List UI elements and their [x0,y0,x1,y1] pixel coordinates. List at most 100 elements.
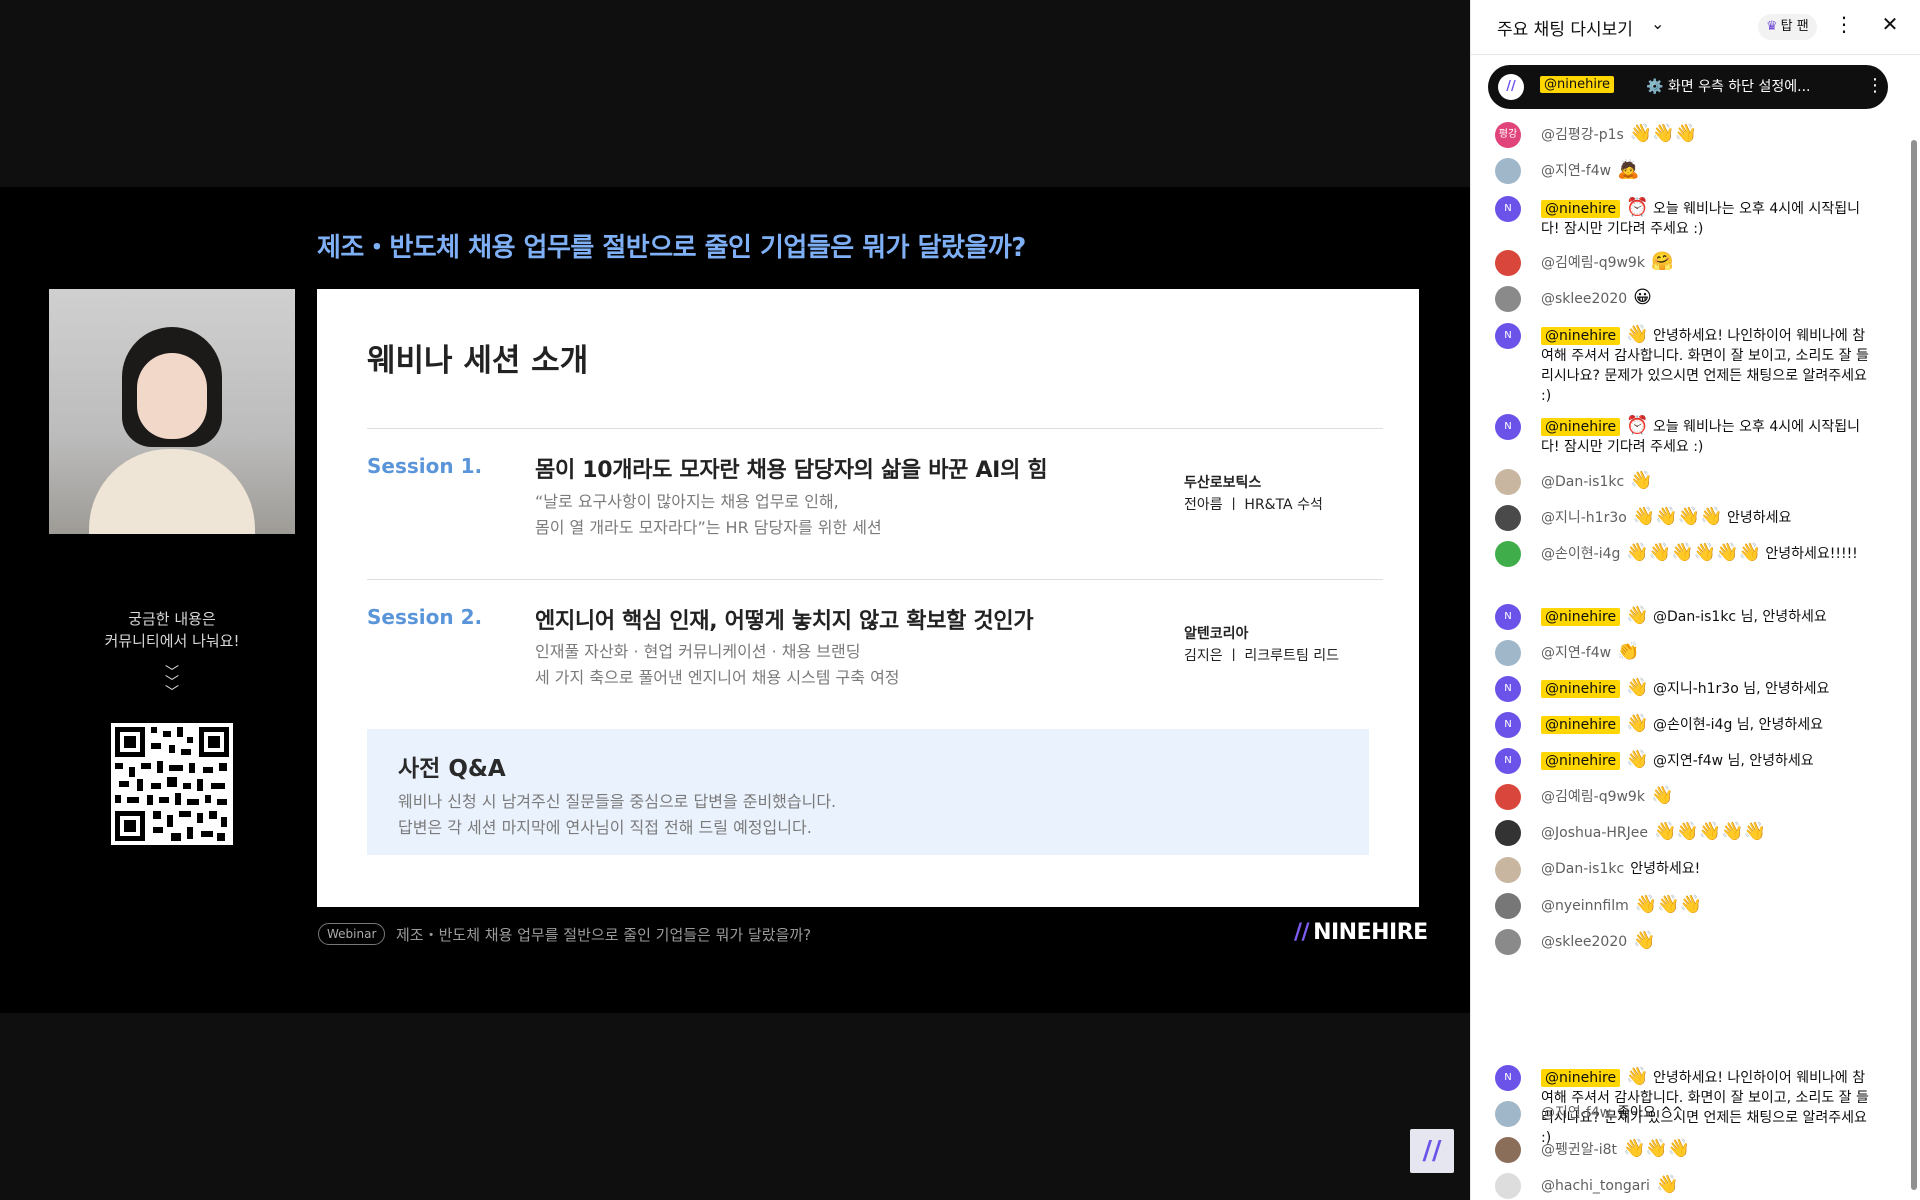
chat-mode-title[interactable]: 주요 채팅 다시보기 [1497,15,1633,40]
emoji-icon: 👋 [1633,930,1656,951]
qa-title: 사전 Q&A [398,756,506,782]
more-options-icon[interactable]: ⋮ [1866,75,1884,96]
chat-message-body: @sklee2020 😀 [1541,288,1871,309]
avatar[interactable] [1495,250,1521,276]
chat-author[interactable]: @ninehire [1541,752,1621,770]
avatar[interactable] [1495,857,1521,883]
emoji-icon: 👋👋👋👋 [1632,506,1723,527]
chevron-down-icon[interactable]: ⌄ [1651,14,1664,33]
chat-message-body: @nyeinnfilm 👋👋👋 [1541,895,1871,916]
session-1-speaker-name: 전아름 ㅣ HR&TA 수석 [1184,497,1323,513]
chat-text: @지니-h1r3o 님, 안녕하세요 [1652,681,1830,697]
chat-author[interactable]: @ninehire [1541,327,1621,345]
chat-text: @손이현-i4g 님, 안녕하세요 [1652,717,1823,733]
chat-messages[interactable]: 평강 @김평강-p1s 👋👋👋 @지연-f4w 🙇 N @ninehire ⏰ 오늘 웨비… [1471,109,1920,1200]
chat-author[interactable]: @ninehire [1541,716,1621,734]
session-2-label: Session 2. [367,605,483,629]
emoji-icon: 👋 [1655,1174,1679,1195]
chat-text: @지연-f4w 님, 안녕하세요 [1652,753,1814,769]
avatar[interactable]: N [1495,712,1521,738]
session-2-title: 엔지니어 핵심 인재, 어떻게 놓치지 않고 확보할 것인가 [535,609,1034,634]
session-2-company: 알텐코리아 [1184,626,1249,642]
chat-author[interactable]: @지연-f4w [1541,1105,1611,1121]
avatar[interactable] [1495,820,1521,846]
avatar[interactable] [1495,929,1521,955]
avatar[interactable]: N [1495,414,1521,440]
webinar-badge: Webinar [318,923,386,945]
avatar[interactable] [1495,893,1521,919]
channel-watermark-icon[interactable]: // [1410,1129,1454,1173]
divider [367,428,1383,429]
chat-message-body: @ninehire ⏰ 오늘 웨비나는 오후 4시에 시작됩니다! 잠시만 기다려… [1541,416,1871,457]
chat-author[interactable]: @sklee2020 [1541,934,1627,950]
chat-author[interactable]: @ninehire [1541,680,1621,698]
pinned-message[interactable]: // @ninehire ⚙️ 화면 우측 하단 설정에... ⋮ [1488,65,1888,109]
chat-author[interactable]: @Dan-is1kc [1541,474,1624,490]
chat-author[interactable]: @sklee2020 [1541,291,1627,307]
chat-author[interactable]: @김평강-p1s [1541,127,1624,143]
video-player[interactable]: 제조・반도체 채용 업무를 절반으로 줄인 기업들은 뭐가 달랐을까? 궁금한 … [0,0,1470,1200]
avatar[interactable] [1495,158,1521,184]
top-fan-badge[interactable]: ♛ 탑 팬 [1758,14,1817,40]
avatar[interactable] [1495,541,1521,567]
qa-desc-line2: 답변은 각 세션 마지막에 연사님이 직접 전해 드릴 예정입니다. [398,818,812,837]
session-1-title: 몸이 10개라도 모자란 채용 담당자의 삶을 바꾼 AI의 힘 [535,458,1048,483]
avatar[interactable] [1495,784,1521,810]
chat-author[interactable]: @Dan-is1kc [1541,861,1624,877]
chat-message-body: @ninehire 👋 안녕하세요! 나인하이어 웨비나에 참여해 주셔서 감사합… [1541,325,1871,406]
close-icon[interactable]: ✕ [1875,12,1905,36]
chat-author[interactable]: @nyeinnfilm [1541,898,1629,914]
community-prompt-line2: 커뮤니티에서 나눠요! [104,632,240,650]
chat-message-body: @ninehire 👋 @손이현-i4g 님, 안녕하세요 [1541,714,1871,735]
chat-message-body: @손이현-i4g 👋👋👋👋👋👋 안녕하세요!!!!! [1541,543,1871,564]
chat-author[interactable]: @손이현-i4g [1541,546,1620,562]
chat-author[interactable]: @펭귄알-i8t [1541,1142,1617,1158]
chat-author[interactable]: @Joshua-HRJee [1541,825,1648,841]
chat-author[interactable]: @ninehire [1541,200,1621,218]
chat-author[interactable]: @ninehire [1541,1069,1621,1087]
emoji-icon: 👋👋👋 [1622,1138,1691,1159]
avatar[interactable]: N [1495,748,1521,774]
avatar[interactable]: N [1495,676,1521,702]
presenter-webcam [49,289,295,534]
emoji-icon: 👋👋👋 [1629,123,1698,144]
chat-message-body: @김평강-p1s 👋👋👋 [1541,124,1871,145]
avatar[interactable] [1495,640,1521,666]
chat-message-body: @hachi_tongari 👋 [1541,1175,1871,1196]
slide-heading: 웨비나 세션 소개 [367,343,589,379]
avatar[interactable]: N [1495,323,1521,349]
avatar[interactable]: N [1495,604,1521,630]
chat-author[interactable]: @지니-h1r3o [1541,510,1627,526]
avatar[interactable] [1495,1137,1521,1163]
avatar[interactable] [1495,469,1521,495]
chat-author[interactable]: @ninehire [1541,418,1621,436]
chat-scrollbar[interactable] [1911,140,1917,1190]
emoji-icon: 👋👋👋👋👋👋 [1626,542,1761,563]
chat-author[interactable]: @hachi_tongari [1541,1178,1650,1194]
chat-author[interactable]: @ninehire [1541,608,1621,626]
chat-author[interactable]: @김예림-q9w9k [1541,789,1645,805]
emoji-icon: 👏 [1617,641,1640,662]
slide-footer-text: 제조・반도체 채용 업무를 절반으로 줄인 기업들은 뭐가 달랐을까? [396,926,812,944]
avatar[interactable]: N [1495,196,1521,222]
chat-header: 주요 채팅 다시보기 ⌄ ♛ 탑 팬 ⋮ ✕ [1471,0,1920,55]
emoji-icon: 👋👋👋👋👋 [1653,821,1767,842]
chat-message-body: @Dan-is1kc 안녕하세요! [1541,859,1871,879]
avatar[interactable] [1495,1101,1521,1127]
chat-text: 안녕하세요 [1726,510,1792,526]
more-options-icon[interactable]: ⋮ [1829,12,1859,36]
avatar[interactable] [1495,286,1521,312]
emoji-icon: ⏰ [1626,197,1649,218]
live-chat-panel: 주요 채팅 다시보기 ⌄ ♛ 탑 팬 ⋮ ✕ 평강 @김평강-p1s 👋👋👋 @지연-… [1470,0,1920,1200]
session-2-speaker-name: 김지은 ㅣ 리크루트팀 리드 [1184,648,1340,664]
slide-content: 웨비나 세션 소개 Session 1. 몸이 10개라도 모자란 채용 담당자… [317,289,1419,907]
avatar[interactable] [1495,505,1521,531]
chat-author[interactable]: @김예림-q9w9k [1541,255,1645,271]
presenter-body [89,449,255,534]
chat-author[interactable]: @지연-f4w [1541,163,1611,179]
avatar[interactable] [1495,1173,1521,1199]
chat-author[interactable]: @지연-f4w [1541,645,1611,661]
chat-message-body: @지연-f4w 좋아요 ^^ [1541,1103,1871,1123]
avatar[interactable]: 평강 [1495,122,1521,148]
avatar[interactable]: N [1495,1065,1521,1091]
